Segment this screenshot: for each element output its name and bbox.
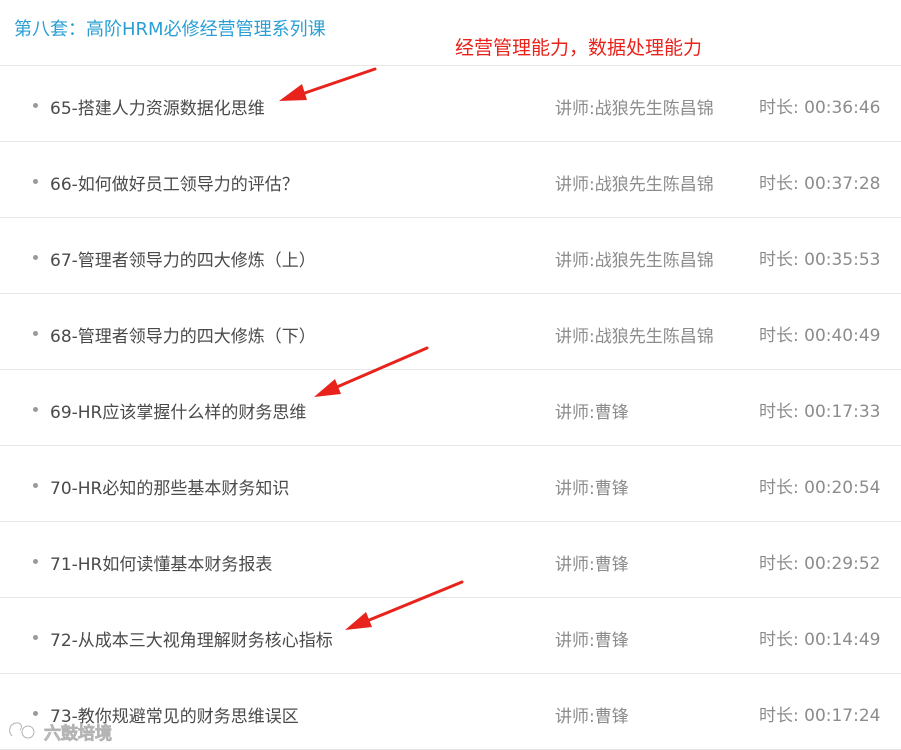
course-title[interactable]: 67-管理者领导力的四大修炼（上）	[50, 246, 316, 271]
bullet-icon	[33, 483, 38, 488]
course-duration: 时长: 00:20:54	[759, 478, 881, 498]
course-row[interactable]: 69-HR应该掌握什么样的财务思维 讲师:曹锋 时长: 00:17:33	[0, 370, 901, 446]
course-row[interactable]: 72-从成本三大视角理解财务核心指标 讲师:曹锋 时长: 00:14:49	[0, 598, 901, 674]
annotation-text: 经营管理能力，数据处理能力	[455, 37, 703, 59]
course-title[interactable]: 65-搭建人力资源数据化思维	[50, 94, 265, 119]
bullet-icon	[33, 559, 38, 564]
series-header: 第八套：高阶HRM必修经营管理系列课 经营管理能力，数据处理能力	[0, 0, 901, 66]
course-title[interactable]: 68-管理者领导力的四大修炼（下）	[50, 322, 316, 347]
bullet-icon	[33, 331, 38, 336]
course-lecturer: 讲师:曹锋	[555, 631, 629, 651]
course-row[interactable]: 71-HR如何读懂基本财务报表 讲师:曹锋 时长: 00:29:52	[0, 522, 901, 598]
watermark-logo-icon	[8, 721, 36, 740]
bullet-icon	[33, 407, 38, 412]
bullet-icon	[33, 179, 38, 184]
course-row[interactable]: 68-管理者领导力的四大修炼（下） 讲师:战狼先生陈昌锦 时长: 00:40:4…	[0, 294, 901, 370]
course-duration: 时长: 00:14:49	[759, 630, 881, 650]
course-lecturer: 讲师:曹锋	[555, 707, 629, 727]
course-duration: 时长: 00:29:52	[759, 554, 881, 574]
watermark: 六鼓培境	[6, 716, 126, 744]
bullet-icon	[33, 635, 38, 640]
course-row[interactable]: 73-教你规避常见的财务思维误区 讲师:曹锋 时长: 00:17:24	[0, 674, 901, 750]
course-lecturer: 讲师:曹锋	[555, 555, 629, 575]
course-lecturer: 讲师:曹锋	[555, 403, 629, 423]
course-title[interactable]: 70-HR必知的那些基本财务知识	[50, 474, 289, 499]
course-title[interactable]: 66-如何做好员工领导力的评估？	[50, 170, 299, 195]
series-title[interactable]: 第八套：高阶HRM必修经营管理系列课	[14, 15, 326, 41]
course-lecturer: 讲师:曹锋	[555, 479, 629, 499]
course-list: 65-搭建人力资源数据化思维 讲师:战狼先生陈昌锦 时长: 00:36:46 6…	[0, 66, 901, 750]
course-duration: 时长: 00:36:46	[759, 98, 881, 118]
course-duration: 时长: 00:17:24	[759, 706, 881, 726]
course-duration: 时长: 00:35:53	[759, 250, 881, 270]
course-row[interactable]: 67-管理者领导力的四大修炼（上） 讲师:战狼先生陈昌锦 时长: 00:35:5…	[0, 218, 901, 294]
watermark-text: 六鼓培境	[44, 724, 113, 745]
course-lecturer: 讲师:战狼先生陈昌锦	[555, 175, 714, 195]
course-lecturer: 讲师:战狼先生陈昌锦	[555, 99, 714, 119]
course-row[interactable]: 70-HR必知的那些基本财务知识 讲师:曹锋 时长: 00:20:54	[0, 446, 901, 522]
course-lecturer: 讲师:战狼先生陈昌锦	[555, 251, 714, 271]
course-title[interactable]: 72-从成本三大视角理解财务核心指标	[50, 626, 333, 651]
course-duration: 时长: 00:17:33	[759, 402, 881, 422]
course-duration: 时长: 00:37:28	[759, 174, 881, 194]
bullet-icon	[33, 103, 38, 108]
course-duration: 时长: 00:40:49	[759, 326, 881, 346]
course-row[interactable]: 66-如何做好员工领导力的评估？ 讲师:战狼先生陈昌锦 时长: 00:37:28	[0, 142, 901, 218]
bullet-icon	[33, 255, 38, 260]
course-row[interactable]: 65-搭建人力资源数据化思维 讲师:战狼先生陈昌锦 时长: 00:36:46	[0, 66, 901, 142]
course-title[interactable]: 71-HR如何读懂基本财务报表	[50, 550, 272, 575]
course-title[interactable]: 69-HR应该掌握什么样的财务思维	[50, 398, 306, 423]
course-lecturer: 讲师:战狼先生陈昌锦	[555, 327, 714, 347]
